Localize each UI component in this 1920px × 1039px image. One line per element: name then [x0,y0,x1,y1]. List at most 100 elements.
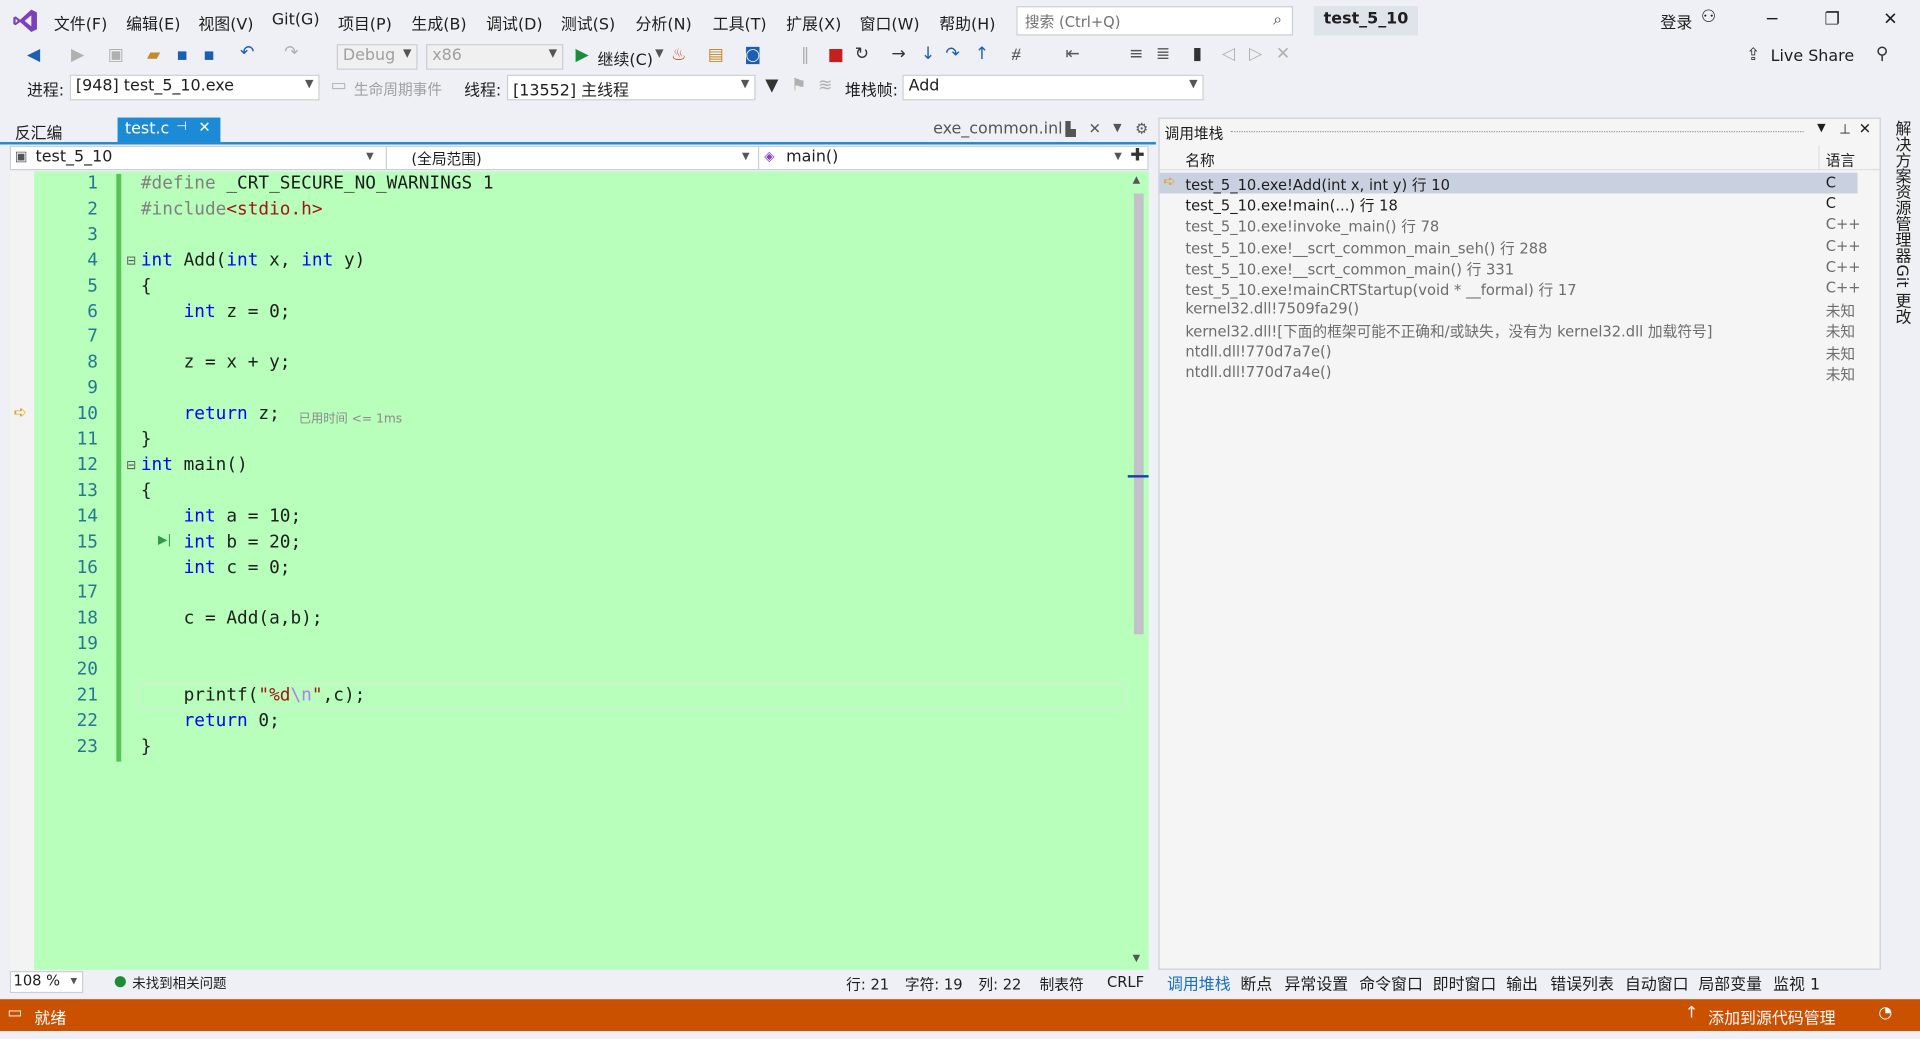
close-button[interactable]: ✕ [1883,10,1897,30]
code-line[interactable]: } [141,737,152,757]
bottom-tab-0[interactable]: 调用堆栈 [1167,971,1231,994]
minimize-button[interactable]: ─ [1767,10,1777,30]
account-icon[interactable]: ⚇ [1701,7,1716,27]
pin-panel-icon[interactable]: ⊥ [1839,121,1851,137]
column-divider[interactable] [1818,145,1820,171]
search-input[interactable]: 搜索 (Ctrl+Q) ⌕ [1016,6,1294,36]
call-stack-row[interactable]: kernel32.dll!7509fa29() 未知 [1160,299,1858,320]
pause-icon[interactable]: ‖ [801,45,810,65]
call-stack-row[interactable]: test_5_10.exe!__scrt_common_main() 行 331… [1160,257,1860,278]
code-line[interactable]: { [141,276,152,296]
platform-select[interactable]: x86 ▼ [426,44,564,70]
continue-button[interactable]: 继续(C) [598,47,653,69]
new-project-icon[interactable]: ▣ [108,45,124,65]
step-over-icon[interactable]: ↷ [945,44,959,64]
bottom-tab-3[interactable]: 命令窗口 [1359,971,1423,994]
menu-item-12[interactable]: 帮助(H) [939,11,995,34]
menu-item-11[interactable]: 窗口(W) [860,11,920,34]
show-next-statement-icon[interactable]: → [891,44,905,64]
clear-bookmarks-icon[interactable]: ✕ [1276,44,1290,64]
group-icon[interactable]: ≋ [818,76,832,96]
prev-bookmark-icon[interactable]: ◁ [1222,44,1235,64]
close-tab-icon[interactable]: ✕ [198,119,210,136]
screenshot-icon[interactable]: ◙ [744,45,761,65]
open-file-icon[interactable]: ▰ [147,45,160,65]
menu-item-0[interactable]: 文件(F) [54,11,107,34]
login-button[interactable]: 登录 [1660,10,1692,33]
configuration-select[interactable]: Debug ▼ [336,44,418,70]
call-stack-row[interactable]: test_5_10.exe!invoke_main() 行 78 C++ [1160,215,1860,236]
call-stack-row[interactable]: ntdll.dll!770d7a4e() 未知 [1160,362,1858,383]
call-stack-row[interactable]: test_5_10.exe!mainCRTStartup(void * __fo… [1160,278,1860,299]
bottom-tab-6[interactable]: 错误列表 [1550,971,1614,994]
menu-item-4[interactable]: 项目(P) [338,11,392,34]
bottom-tab-1[interactable]: 断点 [1240,971,1272,994]
scroll-thumb[interactable] [1133,193,1144,635]
code-line[interactable]: int z = 0; [141,302,291,322]
member-nav-select[interactable]: ◈ main() ▼ [757,146,1128,169]
code-line[interactable]: return 0; [141,711,280,731]
menu-item-10[interactable]: 扩展(X) [786,11,841,34]
close-preview-icon[interactable]: ✕ [1089,120,1101,137]
collapse-icon[interactable]: ⊟ [126,459,136,472]
comment-icon[interactable]: ≡ [1129,44,1143,64]
step-out-icon[interactable]: ↑ [975,44,989,64]
code-editor[interactable]: ➪ 1 2 3 4 5 6 7 8 9 10 11 12 13 14 15 16 17 18 19 20 21 22 23 … [9,171,1149,970]
close-panel-icon[interactable]: ✕ [1859,120,1871,137]
code-line[interactable]: int Add(int x, int y) [141,251,366,271]
menu-item-7[interactable]: 测试(S) [561,11,615,34]
settings-icon[interactable]: ⚙ [1135,120,1148,137]
call-stack-row[interactable]: ➪ test_5_10.exe!Add(int x, int y) 行 10 C [1159,172,1858,194]
stop-icon[interactable]: ■ [828,45,844,65]
save-all-icon[interactable]: ▪ [203,45,215,65]
back-icon[interactable]: ◀ [27,45,40,65]
code-line[interactable]: return z; [141,404,280,424]
breakpoint-gutter[interactable]: ➪ [9,171,35,970]
pinned-icon[interactable]: ▙ [1065,121,1075,137]
code-line[interactable]: c = Add(a,b); [141,609,323,629]
issues-status[interactable]: 未找到相关问题 [132,973,226,993]
panel-menu-icon[interactable]: ▼ [1817,122,1825,134]
menu-item-1[interactable]: 编辑(E) [126,11,180,34]
indent-mode[interactable]: 制表符 [1040,973,1084,994]
line-ending[interactable]: CRLF [1107,973,1144,990]
feedback-icon[interactable]: ⚲ [1876,44,1889,64]
step-into-icon[interactable]: ↓ [921,44,935,64]
bottom-tab-5[interactable]: 输出 [1506,971,1538,994]
column-name[interactable]: 名称 [1185,149,1214,170]
column-language[interactable]: 语言 [1826,149,1855,170]
tab-list-icon[interactable]: ▼ [1113,122,1121,134]
continue-dropdown-icon[interactable]: ▼ [655,48,663,60]
bottom-tab-8[interactable]: 局部变量 [1698,971,1762,994]
notification-icon[interactable]: ◔ [1878,1004,1892,1022]
code-line[interactable]: #define _CRT_SECURE_NO_WARNINGS 1 [141,174,494,194]
vertical-scrollbar[interactable]: ▲ ▼ [1127,171,1149,970]
hot-reload-icon[interactable]: ♨ [671,45,686,65]
menu-item-2[interactable]: 视图(V) [198,11,253,34]
bottom-tab-4[interactable]: 即时窗口 [1433,971,1497,994]
project-nav-select[interactable]: ▣ test_5_10 ▼ [11,147,381,169]
menu-item-9[interactable]: 工具(T) [713,11,767,34]
scope-nav-select[interactable]: (全局范围) ▼ [385,146,756,169]
code-line[interactable]: #include<stdio.h> [141,199,323,219]
forward-icon[interactable]: ▶ [71,45,84,65]
bottom-tab-7[interactable]: 自动窗口 [1625,971,1689,994]
menu-item-5[interactable]: 生成(B) [411,11,466,34]
bookmark-icon[interactable]: ▮ [1193,44,1202,64]
undo-icon[interactable]: ↶ [240,43,254,63]
restore-button[interactable]: ❐ [1825,10,1840,30]
process-select[interactable]: [948] test_5_10.exe ▼ [69,74,320,101]
stackframe-select[interactable]: Add ▼ [902,74,1204,101]
menu-item-8[interactable]: 分析(N) [636,11,692,34]
zoom-select[interactable]: 108 % ▼ [9,971,84,994]
lifecycle-events-button[interactable]: 生命周期事件 [354,78,442,99]
call-stack-row[interactable]: test_5_10.exe!main(...) 行 18 C [1160,194,1858,215]
code-line[interactable]: printf("%d\n",c); [141,686,366,706]
save-icon[interactable]: ▪ [176,45,188,65]
code-line[interactable]: { [141,481,152,501]
call-stack-row[interactable]: kernel32.dll![下面的框架可能不正确和/或缺失，没有为 kernel… [1160,320,1858,341]
scroll-down-icon[interactable]: ▼ [1133,953,1141,964]
call-stack-row[interactable]: test_5_10.exe!__scrt_common_main_seh() 行… [1160,236,1860,257]
hex-icon[interactable]: ⧣ [1011,44,1021,64]
tab-disassembly[interactable]: 反汇编 [7,118,69,143]
